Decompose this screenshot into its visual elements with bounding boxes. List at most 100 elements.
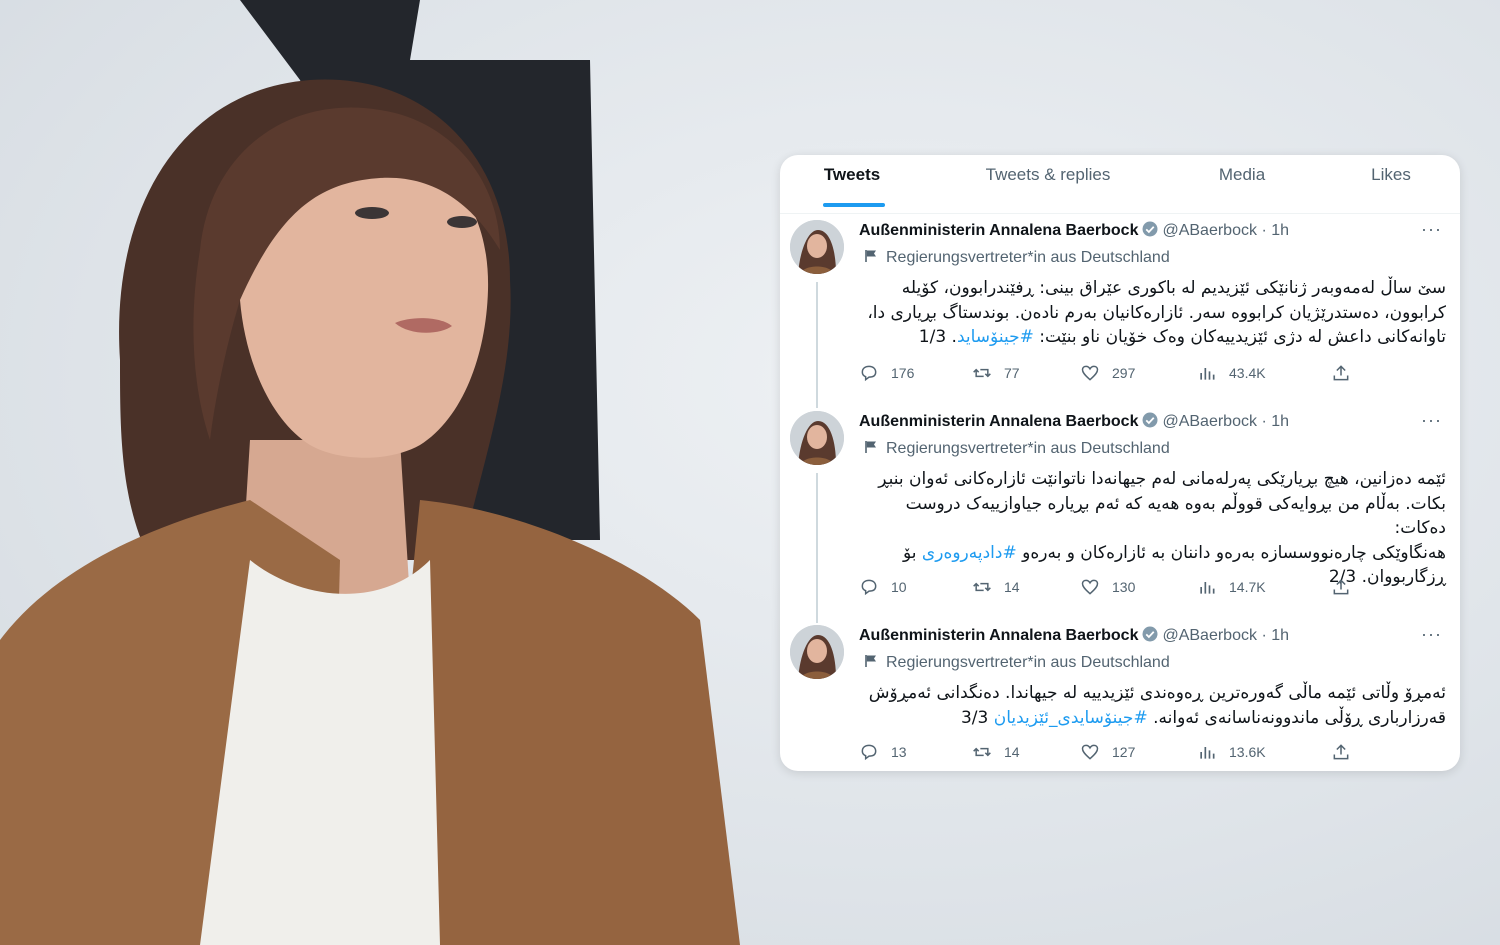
- twitter-panel: Tweets Tweets & replies Media Likes Auße…: [780, 155, 1460, 771]
- share-icon: [1333, 365, 1349, 381]
- affiliation-label: Regierungsvertreter*in aus Deutschland: [886, 249, 1170, 266]
- affiliation: Regierungsvertreter*in aus Deutschland: [864, 653, 1170, 673]
- tweet-3[interactable]: Außenministerin Annalena Baerbock @ABaerb…: [780, 625, 1460, 771]
- tweet-text: سێ ساڵ لەمەوبەر ژنانێکی ئێزیدیم لە باکور…: [864, 276, 1446, 350]
- verified-icon: [1142, 626, 1158, 642]
- like-button[interactable]: 297: [1080, 362, 1135, 384]
- tweet-text: ئەمڕۆ وڵاتی ئێمە ماڵی گەورەترین ڕەوەندی …: [864, 681, 1446, 730]
- tweet-time[interactable]: · 1h: [1261, 627, 1289, 644]
- reply-count: 13: [891, 744, 907, 760]
- more-icon[interactable]: ···: [1421, 625, 1442, 643]
- profile-tabs: Tweets Tweets & replies Media Likes: [780, 155, 1460, 214]
- tab-media[interactable]: Media: [1198, 155, 1286, 213]
- reply-count: 10: [891, 579, 907, 595]
- tweet-1[interactable]: Außenministerin Annalena Baerbock @ABaerb…: [780, 220, 1460, 415]
- retweet-count: 77: [1004, 365, 1020, 381]
- views-icon: [1200, 368, 1215, 380]
- tweet-time[interactable]: · 1h: [1261, 413, 1289, 430]
- tweet-text-line: 3/3: [960, 707, 994, 728]
- views-button[interactable]: 43.4K: [1197, 362, 1266, 384]
- reply-icon: [861, 744, 877, 761]
- tweet-actions: 13 14 127 13.6K: [859, 741, 1379, 763]
- retweet-count: 14: [1004, 744, 1020, 760]
- tab-likes[interactable]: Likes: [1354, 155, 1428, 213]
- views-count: 14.7K: [1229, 579, 1266, 595]
- author-name[interactable]: Außenministerin Annalena Baerbock: [859, 222, 1138, 239]
- tweet-text-line: بۆ: [903, 542, 922, 563]
- share-button[interactable]: [1331, 576, 1363, 598]
- tweet-header: Außenministerin Annalena Baerbock @ABaerb…: [859, 411, 1289, 433]
- retweet-button[interactable]: 77: [972, 362, 1020, 384]
- views-count: 13.6K: [1229, 744, 1266, 760]
- verified-icon: [1142, 221, 1158, 237]
- tweet-text-line: کرابوون، دەستدرێژیان کرابووە سەر. ئازارە…: [867, 302, 1446, 323]
- views-count: 43.4K: [1229, 365, 1266, 381]
- tweet-text-line: قەرزارباری ڕۆڵی ماندوونەناسانەی ئەوانە.: [1147, 707, 1446, 728]
- views-button[interactable]: 13.6K: [1197, 741, 1266, 763]
- heart-icon: [1081, 744, 1099, 760]
- more-icon[interactable]: ···: [1421, 220, 1442, 238]
- thread-line: [816, 473, 818, 623]
- hashtag-link[interactable]: #جینۆسایدی_ئێزیدیان: [994, 708, 1148, 728]
- affiliation: Regierungsvertreter*in aus Deutschland: [864, 248, 1170, 268]
- flag-icon: [865, 250, 876, 262]
- author-handle[interactable]: @ABaerbock: [1162, 627, 1257, 644]
- tweet-text: ئێمە دەزانین، هیچ بڕیارێکی پەرلەمانی لەم…: [864, 467, 1446, 590]
- share-button[interactable]: [1331, 362, 1363, 384]
- retweet-icon: [973, 582, 991, 592]
- author-name[interactable]: Außenministerin Annalena Baerbock: [859, 627, 1138, 644]
- like-count: 127: [1112, 744, 1136, 760]
- tweet-text-line: ئێمە دەزانین، هیچ بڕیارێکی پەرلەمانی لەم…: [878, 469, 1446, 489]
- avatar[interactable]: [790, 625, 844, 679]
- affiliation-label: Regierungsvertreter*in aus Deutschland: [886, 654, 1170, 671]
- tweet-text-line: هەنگاوێکی چارەنووسسازە بەرەو داننان بە ئ…: [1016, 542, 1446, 563]
- tweet-time[interactable]: · 1h: [1261, 222, 1289, 239]
- heart-icon: [1081, 365, 1099, 381]
- views-button[interactable]: 14.7K: [1197, 576, 1266, 598]
- tweet-header: Außenministerin Annalena Baerbock @ABaerb…: [859, 625, 1289, 647]
- affiliation: Regierungsvertreter*in aus Deutschland: [864, 439, 1170, 459]
- author-handle[interactable]: @ABaerbock: [1162, 222, 1257, 239]
- tweet-header: Außenministerin Annalena Baerbock @ABaerb…: [859, 220, 1289, 242]
- tweet-actions: 10 14 130 14.7K: [859, 576, 1379, 598]
- tab-tweets-replies[interactable]: Tweets & replies: [970, 155, 1126, 213]
- reply-count: 176: [891, 365, 915, 381]
- tweet-2[interactable]: Außenministerin Annalena Baerbock @ABaerb…: [780, 411, 1460, 626]
- hashtag-link[interactable]: #جینۆساید: [957, 327, 1034, 347]
- retweet-count: 14: [1004, 579, 1020, 595]
- hashtag-link[interactable]: #دادپەروەری: [922, 543, 1017, 563]
- share-icon: [1333, 744, 1349, 760]
- reply-icon: [861, 579, 877, 596]
- like-button[interactable]: 130: [1080, 576, 1135, 598]
- reply-button[interactable]: 10: [859, 576, 907, 598]
- reply-button[interactable]: 176: [859, 362, 914, 384]
- retweet-icon: [973, 747, 991, 757]
- verified-icon: [1142, 412, 1158, 428]
- avatar[interactable]: [790, 220, 844, 274]
- like-count: 130: [1112, 579, 1136, 595]
- like-button[interactable]: 127: [1080, 741, 1135, 763]
- share-icon: [1333, 579, 1349, 595]
- tweet-text-line: . 1/3: [918, 327, 957, 347]
- active-tab-indicator: [823, 203, 885, 207]
- flag-icon: [865, 655, 876, 667]
- author-handle[interactable]: @ABaerbock: [1162, 413, 1257, 430]
- avatar[interactable]: [790, 411, 844, 465]
- heart-icon: [1081, 579, 1099, 595]
- flag-icon: [865, 441, 876, 453]
- reply-icon: [861, 365, 877, 382]
- share-button[interactable]: [1331, 741, 1363, 763]
- tweet-text-line: سێ ساڵ لەمەوبەر ژنانێکی ئێزیدیم لە باکور…: [901, 278, 1446, 298]
- retweet-button[interactable]: 14: [972, 741, 1020, 763]
- like-count: 297: [1112, 365, 1136, 381]
- retweet-icon: [973, 368, 991, 378]
- reply-button[interactable]: 13: [859, 741, 907, 763]
- tweet-text-line: ئەمڕۆ وڵاتی ئێمە ماڵی گەورەترین ڕەوەندی …: [868, 683, 1446, 703]
- author-name[interactable]: Außenministerin Annalena Baerbock: [859, 413, 1138, 430]
- tweet-text-line: بکات. بەڵام من بڕوایەکی قووڵم بەوە هەیە …: [905, 493, 1446, 539]
- views-icon: [1200, 582, 1215, 594]
- thread-line: [816, 282, 818, 408]
- tweet-actions: 176 77 297 43.4K: [859, 362, 1379, 384]
- retweet-button[interactable]: 14: [972, 576, 1020, 598]
- more-icon[interactable]: ···: [1421, 411, 1442, 429]
